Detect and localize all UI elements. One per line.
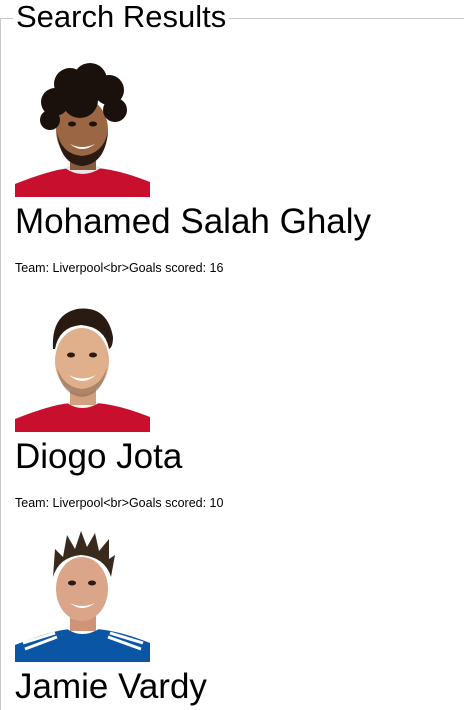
result-item: Diogo Jota Team: Liverpool<br>Goals scor… <box>15 297 223 511</box>
player-photo-salah <box>15 62 150 197</box>
player-info: Team: Liverpool<br>Goals scored: 10 <box>15 496 224 510</box>
page-title: Search Results <box>13 0 230 34</box>
result-item: Jamie Vardy <box>15 527 207 707</box>
player-photo-vardy <box>15 527 150 662</box>
result-item: Mohamed Salah Ghaly Team: Liverpool<br>G… <box>15 62 371 276</box>
player-name: Mohamed Salah Ghaly <box>15 202 372 241</box>
player-photo-jota <box>15 297 150 432</box>
player-info: Team: Liverpool<br>Goals scored: 16 <box>15 261 224 275</box>
player-name: Diogo Jota <box>15 437 183 476</box>
player-name: Jamie Vardy <box>15 667 207 706</box>
